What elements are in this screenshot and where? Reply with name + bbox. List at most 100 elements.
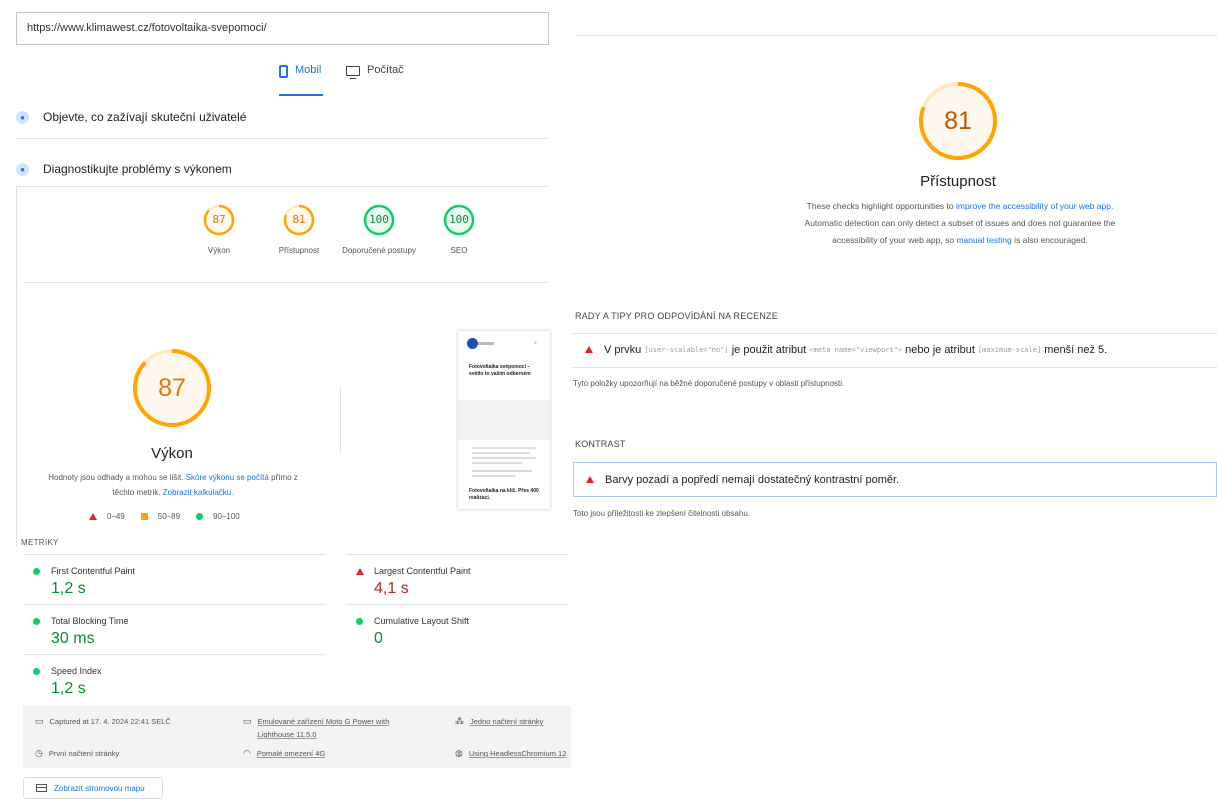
- score-gauge-best-practices[interactable]: 100: [362, 203, 396, 237]
- metric-lcp: Largest Contentful Paint 4,1 s: [346, 555, 649, 604]
- audit-text: Barvy pozadí a popředí nemají dostatečný…: [605, 473, 900, 486]
- menu-icon: ≡: [534, 340, 537, 346]
- divider: [16, 186, 549, 187]
- audit-item-contrast[interactable]: Barvy pozadí a popředí nemají dostatečný…: [573, 462, 1217, 497]
- audit-text: je použit atribut: [731, 343, 807, 356]
- score-value: 81: [292, 213, 306, 226]
- audit-code: [maximum-scale]: [977, 345, 1042, 354]
- score-calc-link[interactable]: Skóre výkonu se počítá: [186, 473, 269, 482]
- site-logo: [467, 338, 478, 349]
- metric-cls: Cumulative Layout Shift 0: [346, 605, 649, 654]
- page-screenshot-thumbnail[interactable]: ≡ Fotovoltaika svépomocí – světlo to vaš…: [458, 331, 550, 509]
- audit-group-note: Tyto položky upozorňují na běžné doporuč…: [573, 379, 845, 388]
- audit-code: <meta name="viewport">: [809, 345, 903, 354]
- timer-icon: ◷: [35, 748, 43, 758]
- metric-name: First Contentful Paint: [51, 566, 136, 576]
- audit-item-viewport-scaling[interactable]: V prvku [user-scalable="no"] je použit a…: [573, 334, 1217, 365]
- legend-pass: 90–100: [196, 512, 240, 521]
- pass-circle-icon: [356, 618, 363, 625]
- fail-triangle-icon: [89, 513, 97, 520]
- metric-value: 1,2 s: [51, 680, 86, 697]
- metric-value: 1,2 s: [51, 580, 86, 597]
- tab-desktop[interactable]: Počítač: [346, 64, 404, 94]
- performance-title: Výkon: [151, 445, 193, 462]
- section-diagnose-label: Diagnostikujte problémy s výkonem: [43, 162, 232, 176]
- metric-value: 30 ms: [51, 630, 95, 647]
- info-throttling[interactable]: ◠ Pomalé omezení 4G: [243, 747, 325, 760]
- preview-text-line: [472, 475, 516, 477]
- nodes-icon: ⁂: [455, 716, 464, 726]
- score-value: 100: [369, 213, 389, 226]
- pass-circle-icon: [33, 618, 40, 625]
- preview-text-line: [472, 452, 530, 454]
- desc-text: Hodnoty jsou odhady a mohou se lišit.: [48, 473, 184, 482]
- section-real-users-label: Objevte, co zažívají skuteční uživatelé: [43, 110, 247, 124]
- metric-value: 4,1 s: [374, 580, 409, 597]
- divider: [573, 367, 1217, 368]
- metric-name: Speed Index: [51, 666, 102, 676]
- info-single-load[interactable]: ⁂ Jedno načtení stránky: [455, 715, 543, 728]
- wifi-icon: ◠: [243, 748, 251, 758]
- calculator-link[interactable]: Zobrazit kalkulačku.: [163, 488, 234, 497]
- card-border-left: [16, 186, 17, 546]
- score-label: SEO: [450, 246, 468, 255]
- preview-image: [458, 400, 550, 440]
- fail-triangle-icon: [356, 568, 364, 575]
- fail-triangle-icon: [586, 476, 594, 483]
- score-label: Doporučené postupy: [342, 246, 416, 255]
- performance-description: Hodnoty jsou odhady a mohou se lišit. Sk…: [42, 470, 304, 500]
- preview-heading: Fotovoltaika svépomocí – světlo to vaším…: [469, 364, 531, 377]
- divider-vertical: [340, 387, 341, 453]
- users-icon: ●: [16, 110, 29, 124]
- accessibility-score: 81: [944, 107, 972, 135]
- score-gauge-seo[interactable]: 100: [442, 203, 476, 237]
- score-label: Přístupnost: [278, 246, 320, 255]
- score-label: Výkon: [207, 246, 231, 255]
- audit-group-heading: RADY A TIPY PRO ODPOVÍDÁNÍ NA RECENZE: [575, 311, 778, 321]
- pass-circle-icon: [33, 668, 40, 675]
- divider: [575, 35, 1217, 36]
- metric-name: Total Blocking Time: [51, 616, 129, 626]
- desc-text: is also encouraged.: [1014, 235, 1088, 245]
- info-browser[interactable]: ◍ Using HeadlessChromium 12: [455, 747, 571, 760]
- info-text: Pomalé omezení 4G: [256, 749, 326, 758]
- run-info-panel: ▭ Captured at 17. 4. 2024 22:41 SELČ ▭ E…: [23, 706, 571, 768]
- performance-gauge: 87: [131, 347, 213, 429]
- treemap-button[interactable]: Zobrazit stromovou mapu: [23, 777, 163, 799]
- tab-mobile[interactable]: Mobil: [279, 64, 323, 96]
- metric-speed-index: Speed Index 1,2 s: [23, 655, 326, 704]
- score-gauge-accessibility[interactable]: 81: [282, 203, 316, 237]
- audit-code: [user-scalable="no"]: [644, 345, 729, 354]
- site-logo-text: [478, 342, 494, 345]
- device-icon: ▭: [243, 716, 252, 726]
- preview-text-line: [472, 470, 532, 472]
- info-text: Jedno načtení stránky: [470, 717, 544, 726]
- metric-value: 0: [374, 630, 383, 647]
- score-gauge-performance[interactable]: 87: [202, 203, 236, 237]
- section-real-users[interactable]: ● Objevte, co zažívají skuteční uživatel…: [16, 99, 549, 135]
- legend-label: 90–100: [213, 512, 240, 521]
- preview-text-line: [472, 447, 536, 449]
- metric-name: Largest Contentful Paint: [374, 566, 471, 576]
- calendar-icon: ▭: [35, 716, 44, 726]
- performance-score: 87: [158, 374, 186, 402]
- metrics-heading: METRIKY: [21, 538, 59, 547]
- score-legend: 0–49 50–89 90–100: [89, 512, 240, 521]
- tab-mobile-label: Mobil: [295, 64, 322, 76]
- info-device[interactable]: ▭ Emulované zařízení Moto G Power with L…: [243, 715, 413, 741]
- legend-label: 0–49: [107, 512, 125, 521]
- divider: [16, 138, 549, 139]
- monitor-icon: [346, 66, 360, 79]
- desc-text: These checks highlight opportunities to: [806, 201, 954, 211]
- manual-testing-link[interactable]: manual testing: [956, 235, 1011, 245]
- score-value: 100: [449, 213, 469, 226]
- metric-fcp: First Contentful Paint 1,2 s: [23, 555, 326, 604]
- metric-name: Cumulative Layout Shift: [374, 616, 470, 626]
- improve-accessibility-link[interactable]: improve the accessibility of your web ap…: [956, 201, 1113, 211]
- section-diagnose[interactable]: ● Diagnostikujte problémy s výkonem: [16, 151, 549, 187]
- audit-text: V prvku: [604, 343, 642, 356]
- accessibility-description: These checks highlight opportunities to …: [795, 198, 1125, 249]
- browser-icon: ◍: [455, 748, 463, 758]
- info-text: Using HeadlessChromium 12: [468, 749, 567, 758]
- url-input[interactable]: https://www.klimawest.cz/fotovoltaika-sv…: [16, 12, 549, 45]
